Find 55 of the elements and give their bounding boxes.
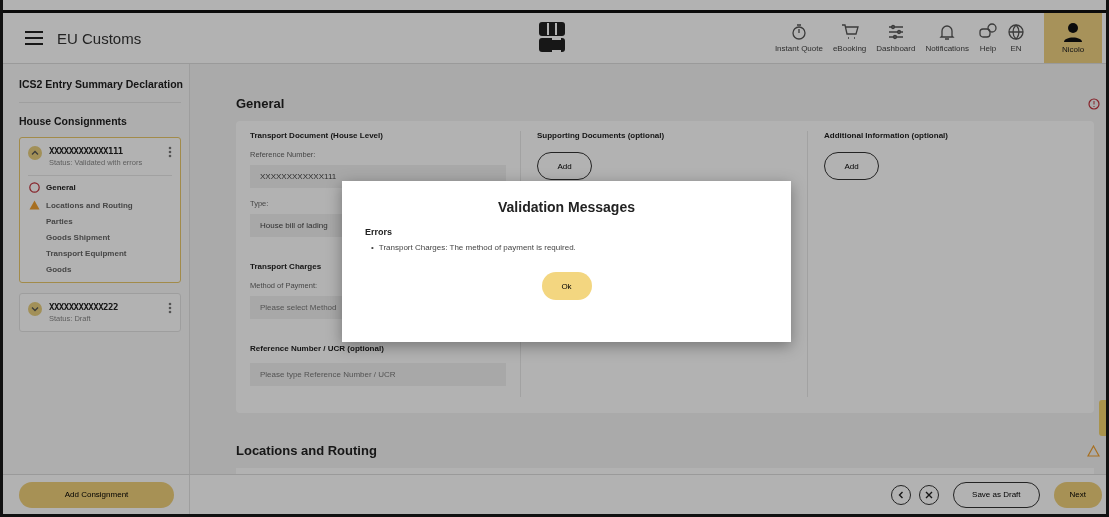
error-message: Transport Charges: The method of payment is required. xyxy=(378,243,576,252)
add-consignment-button[interactable]: Add Consignment xyxy=(19,481,174,508)
more-icon[interactable] xyxy=(168,302,172,314)
error-icon xyxy=(28,182,40,193)
add-button[interactable]: Add xyxy=(537,152,592,180)
group-title: Transport Document (House Level) xyxy=(250,131,383,140)
dialog-title: Validation Messages xyxy=(498,199,635,215)
nav-item[interactable]: Notifications xyxy=(920,13,974,63)
back-button[interactable] xyxy=(891,484,912,505)
bullet: • xyxy=(371,243,374,252)
section-title: General xyxy=(236,96,285,111)
bell-icon xyxy=(938,23,957,41)
nav-item[interactable]: EN xyxy=(1002,13,1030,63)
app-title: EU Customs xyxy=(57,29,142,47)
section-title: Locations and Routing xyxy=(236,443,377,458)
input-field[interactable]: Please type Reference Number / UCR xyxy=(250,363,506,386)
nav-item[interactable]: eBooking xyxy=(827,13,872,63)
cart-icon xyxy=(840,23,859,41)
step-link[interactable]: Parties xyxy=(46,217,73,226)
group-title: Transport Charges xyxy=(250,262,322,271)
person-icon xyxy=(1063,22,1083,42)
chevron-icon[interactable] xyxy=(28,302,42,316)
sliders-icon xyxy=(886,23,905,41)
section-heading: House Consignments xyxy=(19,115,128,127)
add-button[interactable]: Add xyxy=(824,152,879,180)
stopwatch-icon xyxy=(789,23,808,41)
step-link[interactable]: Goods xyxy=(46,265,72,274)
nav-item[interactable]: Help xyxy=(974,13,1002,63)
sidebar-title: ICS2 Entry Summary Declaration xyxy=(19,78,181,103)
error-icon xyxy=(1088,97,1100,110)
consignment-id: XXXXXXXXXXX222 xyxy=(49,302,119,312)
consignment-id: XXXXXXXXXXXX111 xyxy=(49,146,124,156)
warning-icon xyxy=(28,200,40,210)
group-title: Reference Number / UCR (optional) xyxy=(250,344,384,353)
next-button[interactable]: Next xyxy=(1053,481,1102,508)
group-title: Additional Information (optional) xyxy=(824,131,948,140)
warning-icon xyxy=(1087,444,1100,457)
nav-item[interactable]: Dashboard xyxy=(871,13,921,63)
group-title: Supporting Documents (optional) xyxy=(537,131,665,140)
chat-icon xyxy=(979,23,997,41)
ok-button[interactable]: Ok xyxy=(541,272,592,300)
save-draft-button[interactable]: Save as Draft xyxy=(953,481,1040,508)
globe-icon xyxy=(1007,23,1025,41)
close-icon xyxy=(924,489,935,500)
nav-item[interactable]: Instant Quote xyxy=(769,13,828,63)
user-button[interactable]: Nicolo xyxy=(1044,13,1102,63)
step-link[interactable]: General xyxy=(46,183,76,192)
menu-icon[interactable] xyxy=(25,31,43,45)
close-button[interactable] xyxy=(919,484,940,505)
more-icon[interactable] xyxy=(168,146,172,158)
step-link[interactable]: Goods Shipment xyxy=(46,233,110,242)
error-heading: Errors xyxy=(365,227,393,237)
chevron-icon[interactable] xyxy=(28,146,42,160)
step-link[interactable]: Locations and Routing xyxy=(46,200,133,210)
step-link[interactable]: Transport Equipment xyxy=(46,249,127,258)
